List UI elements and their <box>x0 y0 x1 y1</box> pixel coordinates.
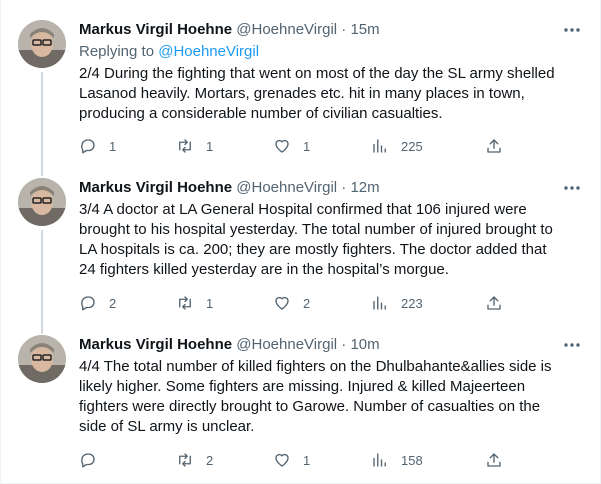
replying-to-label: Replying to <box>79 43 155 60</box>
like-icon <box>275 453 289 467</box>
views-button[interactable]: 223 <box>371 293 423 313</box>
action-bar: 1 1 1 225 <box>79 136 584 156</box>
replying-to-mention[interactable]: @HoehneVirgil <box>158 43 259 60</box>
views-button[interactable]: 158 <box>371 450 423 470</box>
replying-to: Replying to @HoehneVirgil <box>79 42 259 62</box>
author-name[interactable]: Markus Virgil Hoehne <box>79 179 232 196</box>
retweet-icon <box>179 453 191 467</box>
separator-dot: · <box>341 336 347 353</box>
tweet-text: 2/4 During the fighting that went on mos… <box>79 64 584 124</box>
separator-dot: · <box>341 21 347 38</box>
timestamp[interactable]: 12m <box>350 179 379 196</box>
reply-count: 1 <box>109 138 117 154</box>
avatar[interactable] <box>18 20 66 68</box>
tweet-text-line: side of SL army is unclear. <box>79 418 255 435</box>
avatar[interactable] <box>18 178 66 226</box>
like-count: 1 <box>303 452 311 468</box>
reply-icon <box>81 453 95 468</box>
retweet-count: 1 <box>206 138 214 154</box>
reply-button[interactable]: 1 <box>79 136 116 156</box>
retweet-button[interactable]: 1 <box>176 136 213 156</box>
tweet-text: 3/4 A doctor at LA General Hospital conf… <box>79 200 584 280</box>
tweet-text-line: 2/4 During the fighting that went on mos… <box>79 65 555 82</box>
views-button[interactable]: 225 <box>371 136 423 156</box>
author-handle[interactable]: @HoehneVirgil <box>236 179 337 196</box>
timestamp[interactable]: 15m <box>350 21 379 38</box>
more-icon[interactable] <box>562 178 582 198</box>
like-icon <box>275 139 289 153</box>
tweet[interactable]: Markus Virgil Hoehne @HoehneVirgil · 12m… <box>1 178 600 318</box>
views-icon <box>373 453 386 467</box>
retweet-button[interactable]: 2 <box>176 450 213 470</box>
views-icon <box>373 296 386 310</box>
action-bar: 2 1 158 <box>79 450 584 470</box>
views-icon <box>373 139 386 153</box>
share-button[interactable] <box>485 293 503 313</box>
avatar[interactable] <box>18 335 66 383</box>
author-name[interactable]: Markus Virgil Hoehne <box>79 336 232 353</box>
share-icon <box>487 139 501 153</box>
share-icon <box>487 296 501 310</box>
retweet-icon <box>179 296 191 310</box>
tweet-text-line: 3/4 A doctor at LA General Hospital conf… <box>79 201 527 218</box>
timestamp[interactable]: 10m <box>350 336 379 353</box>
reply-button[interactable]: 2 <box>79 293 116 313</box>
tweet-text: 4/4 The total number of killed fighters … <box>79 357 584 437</box>
author-name[interactable]: Markus Virgil Hoehne <box>79 21 232 38</box>
share-button[interactable] <box>485 450 503 470</box>
retweet-count: 2 <box>206 452 214 468</box>
views-count: 223 <box>401 295 423 311</box>
tweet-text-line: producing a considerable number of civil… <box>79 105 443 122</box>
separator-dot: · <box>341 179 347 196</box>
views-count: 225 <box>401 138 423 154</box>
like-button[interactable]: 1 <box>273 450 310 470</box>
like-count: 2 <box>303 295 311 311</box>
retweet-button[interactable]: 1 <box>176 293 213 313</box>
share-button[interactable] <box>485 136 503 156</box>
reply-icon <box>81 296 95 311</box>
tweet-text-line: brought to his hospital yesterday. The t… <box>79 221 553 238</box>
tweet-text-line: LA hospitals is ca. 200; they are mostly… <box>79 241 547 258</box>
action-bar: 2 1 2 223 <box>79 293 584 313</box>
tweet-text-line: fighters were directly brought to Garowe… <box>79 398 541 415</box>
like-count: 1 <box>303 138 311 154</box>
author-handle[interactable]: @HoehneVirgil <box>236 21 337 38</box>
reply-icon <box>81 139 95 154</box>
author-handle[interactable]: @HoehneVirgil <box>236 336 337 353</box>
tweet-header: Markus Virgil Hoehne @HoehneVirgil · 10m <box>79 335 380 355</box>
like-button[interactable]: 2 <box>273 293 310 313</box>
share-icon <box>487 453 501 467</box>
like-button[interactable]: 1 <box>273 136 310 156</box>
reply-count: 2 <box>109 295 117 311</box>
tweet-header: Markus Virgil Hoehne @HoehneVirgil · 12m <box>79 178 380 198</box>
retweet-icon <box>179 139 191 153</box>
tweet-text-line: Lasanod heavily. Mortars, grenades etc. … <box>79 85 525 102</box>
more-icon[interactable] <box>562 20 582 40</box>
reply-button[interactable] <box>79 450 109 470</box>
retweet-count: 1 <box>206 295 214 311</box>
like-icon <box>275 296 289 310</box>
tweet-text-line: likely higher. Some fighters are missing… <box>79 378 526 395</box>
tweet[interactable]: Markus Virgil Hoehne @HoehneVirgil · 10m… <box>1 335 600 475</box>
tweet-text-line: 24 fighters killed yesterday are in the … <box>79 261 449 278</box>
views-count: 158 <box>401 452 423 468</box>
thread-container: Markus Virgil Hoehne @HoehneVirgil · 15m… <box>0 0 601 484</box>
more-icon[interactable] <box>562 335 582 355</box>
tweet[interactable]: Markus Virgil Hoehne @HoehneVirgil · 15m… <box>1 20 600 160</box>
tweet-header: Markus Virgil Hoehne @HoehneVirgil · 15m <box>79 20 380 40</box>
tweet-text-line: 4/4 The total number of killed fighters … <box>79 358 552 375</box>
